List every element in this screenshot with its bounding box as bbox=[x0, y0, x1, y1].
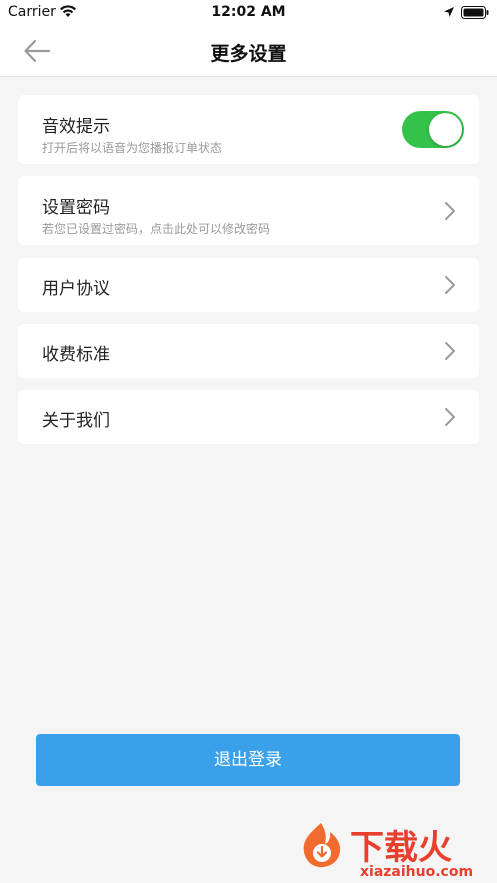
setting-title: 收费标准 bbox=[42, 345, 110, 365]
setting-set-password[interactable]: 设置密码 若您已设置过密码，点击此处可以修改密码 bbox=[18, 176, 479, 245]
nav-bar: 更多设置 bbox=[0, 26, 497, 77]
setting-about-us[interactable]: 关于我们 bbox=[18, 390, 479, 444]
battery-icon bbox=[461, 6, 489, 19]
setting-subtitle: 若您已设置过密码，点击此处可以修改密码 bbox=[42, 222, 271, 236]
chevron-right-icon bbox=[445, 276, 455, 294]
logout-button[interactable]: 退出登录 bbox=[36, 734, 460, 786]
chevron-right-icon bbox=[445, 342, 455, 360]
chevron-right-icon bbox=[445, 202, 455, 220]
watermark: 下载火 xiazaihuo.com bbox=[292, 818, 497, 883]
setting-title: 关于我们 bbox=[42, 411, 110, 431]
watermark-url: xiazaihuo.com bbox=[360, 864, 474, 880]
sound-prompt-toggle[interactable] bbox=[402, 111, 464, 148]
setting-subtitle: 打开后将以语音为您播报订单状态 bbox=[42, 141, 223, 155]
setting-sound-prompt: 音效提示 打开后将以语音为您播报订单状态 bbox=[18, 95, 479, 164]
setting-user-agreement[interactable]: 用户协议 bbox=[18, 258, 479, 312]
setting-title: 用户协议 bbox=[42, 279, 110, 299]
toggle-knob bbox=[429, 113, 462, 146]
chevron-right-icon bbox=[445, 408, 455, 426]
flame-logo-icon bbox=[303, 823, 341, 868]
page-title: 更多设置 bbox=[210, 43, 287, 65]
clock: 12:02 AM bbox=[211, 4, 286, 20]
location-arrow-icon bbox=[444, 7, 454, 17]
setting-fee-standard[interactable]: 收费标准 bbox=[18, 324, 479, 378]
status-bar: Carrier 12:02 AM bbox=[0, 0, 497, 26]
setting-title: 音效提示 bbox=[42, 117, 110, 137]
watermark-brand: 下载火 bbox=[350, 828, 452, 868]
setting-title: 设置密码 bbox=[42, 198, 110, 218]
